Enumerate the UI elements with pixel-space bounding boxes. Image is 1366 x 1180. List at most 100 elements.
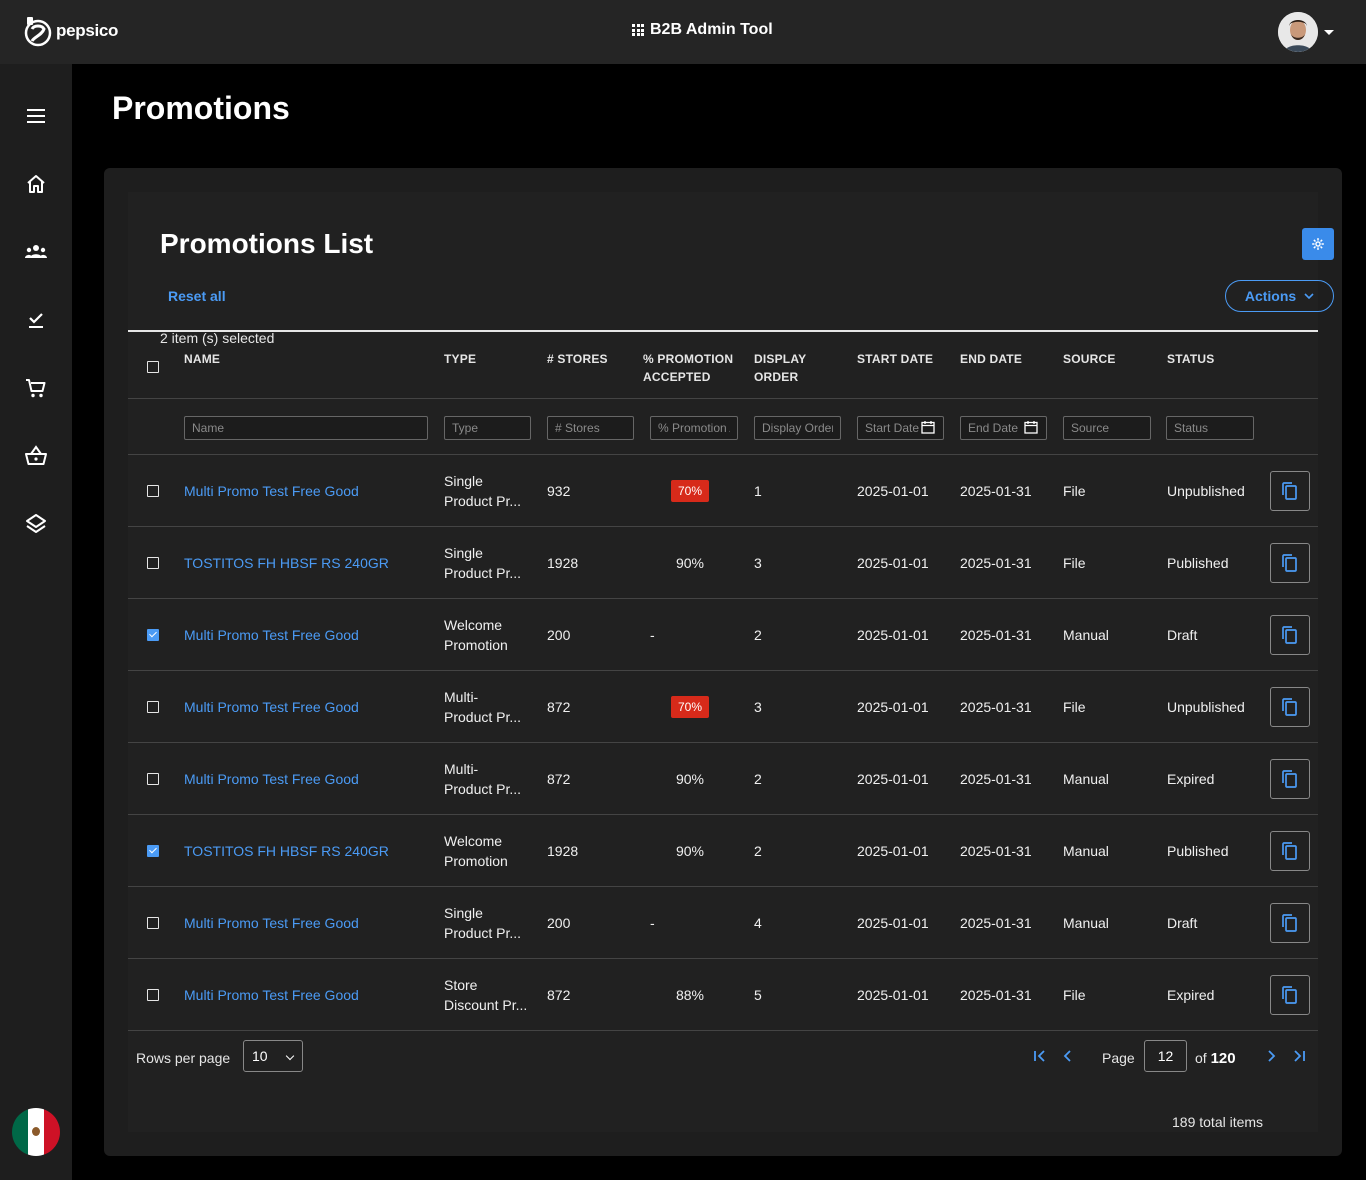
- promotion-value: -: [650, 627, 655, 643]
- status-cell: Expired: [1167, 987, 1215, 1003]
- actions-button[interactable]: Actions: [1225, 280, 1334, 312]
- copy-button[interactable]: [1270, 903, 1310, 943]
- column-display-order[interactable]: DISPLAY ORDER: [754, 350, 806, 386]
- column-name[interactable]: NAME: [184, 350, 220, 368]
- promotion-name-link[interactable]: Multi Promo Test Free Good: [184, 769, 359, 789]
- row-checkbox[interactable]: [147, 845, 159, 857]
- table-row: Multi Promo Test Free Good Multi- Product …: [128, 671, 1318, 743]
- status-filter-input[interactable]: [1166, 416, 1254, 440]
- row-checkbox[interactable]: [147, 917, 159, 929]
- avatar[interactable]: [1278, 12, 1318, 52]
- row-checkbox[interactable]: [147, 989, 159, 1001]
- type-cell: Welcome Promotion: [444, 815, 508, 887]
- promotion-cell: 70%: [650, 455, 730, 527]
- end-date-cell: 2025-01-31: [960, 987, 1032, 1003]
- copy-button[interactable]: [1270, 471, 1310, 511]
- calendar-icon[interactable]: [921, 420, 935, 434]
- layers-icon[interactable]: [24, 512, 48, 536]
- calendar-icon[interactable]: [1024, 420, 1038, 434]
- copy-button[interactable]: [1270, 543, 1310, 583]
- copy-button[interactable]: [1270, 975, 1310, 1015]
- chevron-down-icon[interactable]: [1324, 29, 1334, 35]
- type-cell: Multi- Product Pr...: [444, 671, 521, 743]
- promotion-name-link[interactable]: Multi Promo Test Free Good: [184, 481, 359, 501]
- promotion-name-link[interactable]: TOSTITOS FH HBSF RS 240GR: [184, 553, 389, 573]
- row-checkbox[interactable]: [147, 773, 159, 785]
- user-menu[interactable]: [1278, 12, 1334, 52]
- users-icon[interactable]: [24, 240, 48, 264]
- promotion-alert-badge: 70%: [670, 696, 710, 718]
- last-page-icon[interactable]: [1291, 1048, 1307, 1064]
- mexico-flag-icon[interactable]: [12, 1108, 60, 1156]
- type-cell: Single Product Pr...: [444, 455, 521, 527]
- start-date-cell: 2025-01-01: [857, 699, 929, 715]
- promotion-name-link[interactable]: Multi Promo Test Free Good: [184, 985, 359, 1005]
- display-order-cell: 3: [754, 555, 762, 571]
- end-date-cell: 2025-01-31: [960, 627, 1032, 643]
- column-start-date[interactable]: START DATE: [857, 350, 933, 368]
- table-body: Multi Promo Test Free Good Single Product …: [128, 455, 1318, 1031]
- app-title[interactable]: B2B Admin Tool: [632, 21, 773, 39]
- chevron-down-icon: [1304, 293, 1314, 299]
- type-line1: Welcome: [444, 833, 503, 849]
- end-date-cell: 2025-01-31: [960, 843, 1032, 859]
- home-icon[interactable]: [24, 172, 48, 196]
- checklist-icon[interactable]: [24, 308, 48, 332]
- column-source[interactable]: SOURCE: [1063, 350, 1116, 368]
- display-order-cell: 3: [754, 699, 762, 715]
- column-type[interactable]: TYPE: [444, 350, 476, 368]
- cart-icon[interactable]: [24, 376, 48, 400]
- pepsico-logo[interactable]: pepsico: [24, 15, 118, 47]
- reset-all-link[interactable]: Reset all: [168, 288, 226, 304]
- column-stores[interactable]: # STORES: [547, 350, 608, 368]
- promotion-name-link[interactable]: Multi Promo Test Free Good: [184, 913, 359, 933]
- status-cell: Published: [1167, 555, 1229, 571]
- promotion-alert-badge: 70%: [670, 480, 710, 502]
- type-filter-input[interactable]: [444, 416, 531, 440]
- filter-row: [128, 399, 1318, 455]
- settings-button[interactable]: [1302, 228, 1334, 260]
- page-number-input[interactable]: [1144, 1040, 1187, 1072]
- stores-cell: 872: [547, 771, 571, 787]
- select-all-checkbox[interactable]: [147, 361, 159, 373]
- end-date-cell: 2025-01-31: [960, 555, 1032, 571]
- type-line2: Product Pr...: [444, 925, 522, 941]
- display-order-filter-input[interactable]: [754, 416, 841, 440]
- row-checkbox[interactable]: [147, 629, 159, 641]
- copy-button[interactable]: [1270, 831, 1310, 871]
- copy-icon: [1282, 842, 1297, 860]
- status-cell: Draft: [1167, 915, 1198, 931]
- next-page-icon[interactable]: [1263, 1048, 1279, 1064]
- previous-page-icon[interactable]: [1060, 1048, 1076, 1064]
- row-checkbox[interactable]: [147, 557, 159, 569]
- promotion-name-link[interactable]: TOSTITOS FH HBSF RS 240GR: [184, 841, 389, 861]
- menu-icon[interactable]: [24, 104, 48, 128]
- copy-button[interactable]: [1270, 759, 1310, 799]
- first-page-icon[interactable]: [1032, 1048, 1048, 1064]
- basket-icon[interactable]: [24, 444, 48, 468]
- start-date-cell: 2025-01-01: [857, 555, 929, 571]
- promotion-name-link[interactable]: Multi Promo Test Free Good: [184, 697, 359, 717]
- promotion-filter-input[interactable]: [650, 416, 738, 440]
- column-promotion-accepted[interactable]: % PROMOTION ACCEPTED: [643, 350, 733, 386]
- rows-per-page-select[interactable]: 10: [243, 1040, 303, 1072]
- end-date-cell: 2025-01-31: [960, 771, 1032, 787]
- column-promotion-line2: ACCEPTED: [643, 370, 711, 384]
- end-date-cell: 2025-01-31: [960, 699, 1032, 715]
- copy-button[interactable]: [1270, 687, 1310, 727]
- row-checkbox[interactable]: [147, 701, 159, 713]
- list-title: Promotions List: [160, 228, 374, 259]
- logo-text: pepsico: [56, 21, 119, 40]
- promotion-value: 88%: [675, 987, 705, 1003]
- column-end-date[interactable]: END DATE: [960, 350, 1022, 368]
- type-line1: Multi-: [444, 689, 479, 705]
- display-order-cell: 2: [754, 771, 762, 787]
- display-order-cell: 2: [754, 843, 762, 859]
- copy-button[interactable]: [1270, 615, 1310, 655]
- stores-filter-input[interactable]: [547, 416, 634, 440]
- column-status[interactable]: STATUS: [1167, 350, 1214, 368]
- source-filter-input[interactable]: [1063, 416, 1151, 440]
- row-checkbox[interactable]: [147, 485, 159, 497]
- name-filter-input[interactable]: [184, 416, 428, 440]
- promotion-name-link[interactable]: Multi Promo Test Free Good: [184, 625, 359, 645]
